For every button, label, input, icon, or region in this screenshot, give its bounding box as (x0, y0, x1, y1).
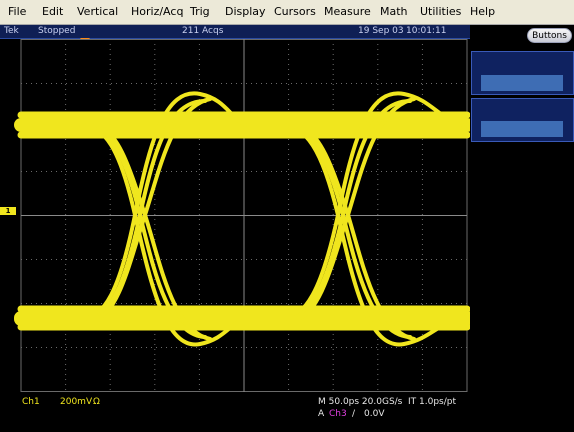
trigger-slope-icon: / (352, 409, 356, 419)
trigger-level[interactable]: 0.0V (364, 409, 384, 420)
timebase-readout[interactable]: M 50.0ps 20.0GS/s (318, 397, 402, 408)
resolution-readout[interactable]: IT 1.0ps/pt (408, 397, 456, 408)
menu-cursors[interactable]: Cursors (274, 0, 316, 24)
status-bar: Tek Stopped 211 Acqs 19 Sep 03 10:01:11 (0, 25, 470, 39)
brand-label: Tek (4, 26, 19, 36)
channel-1-marker-label: 1 (5, 207, 11, 215)
menu-horiz-acq[interactable]: Horiz/Acq (131, 0, 183, 24)
control-window-1[interactable] (471, 51, 574, 95)
waveform-display[interactable] (0, 39, 470, 393)
channel-1-ground-marker[interactable]: 1 (0, 207, 16, 215)
menu-display[interactable]: Display (225, 0, 266, 24)
trigger-prefix: A (318, 409, 325, 419)
menu-file[interactable]: File (8, 0, 26, 24)
menu-trig[interactable]: Trig (190, 0, 210, 24)
menu-vertical[interactable]: Vertical (77, 0, 118, 24)
oscilloscope-window: File Edit Vertical Horiz/Acq Trig Displa… (0, 0, 574, 432)
channel-label[interactable]: Ch1 (22, 397, 40, 408)
acquisition-count: 211 Acqs (182, 26, 224, 36)
time-label: 10:01:11 (406, 26, 447, 36)
control-window-1-bar (481, 75, 563, 91)
control-panel: Buttons (470, 25, 574, 432)
channel-impedance: Ω (93, 397, 100, 407)
menu-math[interactable]: Math (380, 0, 408, 24)
control-window-2-bar (481, 121, 563, 137)
readout-bar: Ch1 200mV Ω M 50.0ps 20.0GS/s IT 1.0ps/p… (0, 393, 470, 432)
graticule-and-trace (14, 39, 470, 392)
menu-utilities[interactable]: Utilities (420, 0, 461, 24)
control-window-2[interactable] (471, 98, 574, 142)
menu-edit[interactable]: Edit (42, 0, 63, 24)
channel-scale[interactable]: 200mV (60, 397, 92, 408)
date-label: 19 Sep 03 (358, 26, 404, 36)
buttons-toggle-button[interactable]: Buttons (527, 28, 572, 43)
menu-help[interactable]: Help (470, 0, 495, 24)
menu-bar: File Edit Vertical Horiz/Acq Trig Displa… (0, 0, 574, 25)
acq-state: Stopped (38, 26, 76, 36)
menu-measure[interactable]: Measure (324, 0, 371, 24)
trigger-source[interactable]: Ch3 (329, 409, 347, 420)
